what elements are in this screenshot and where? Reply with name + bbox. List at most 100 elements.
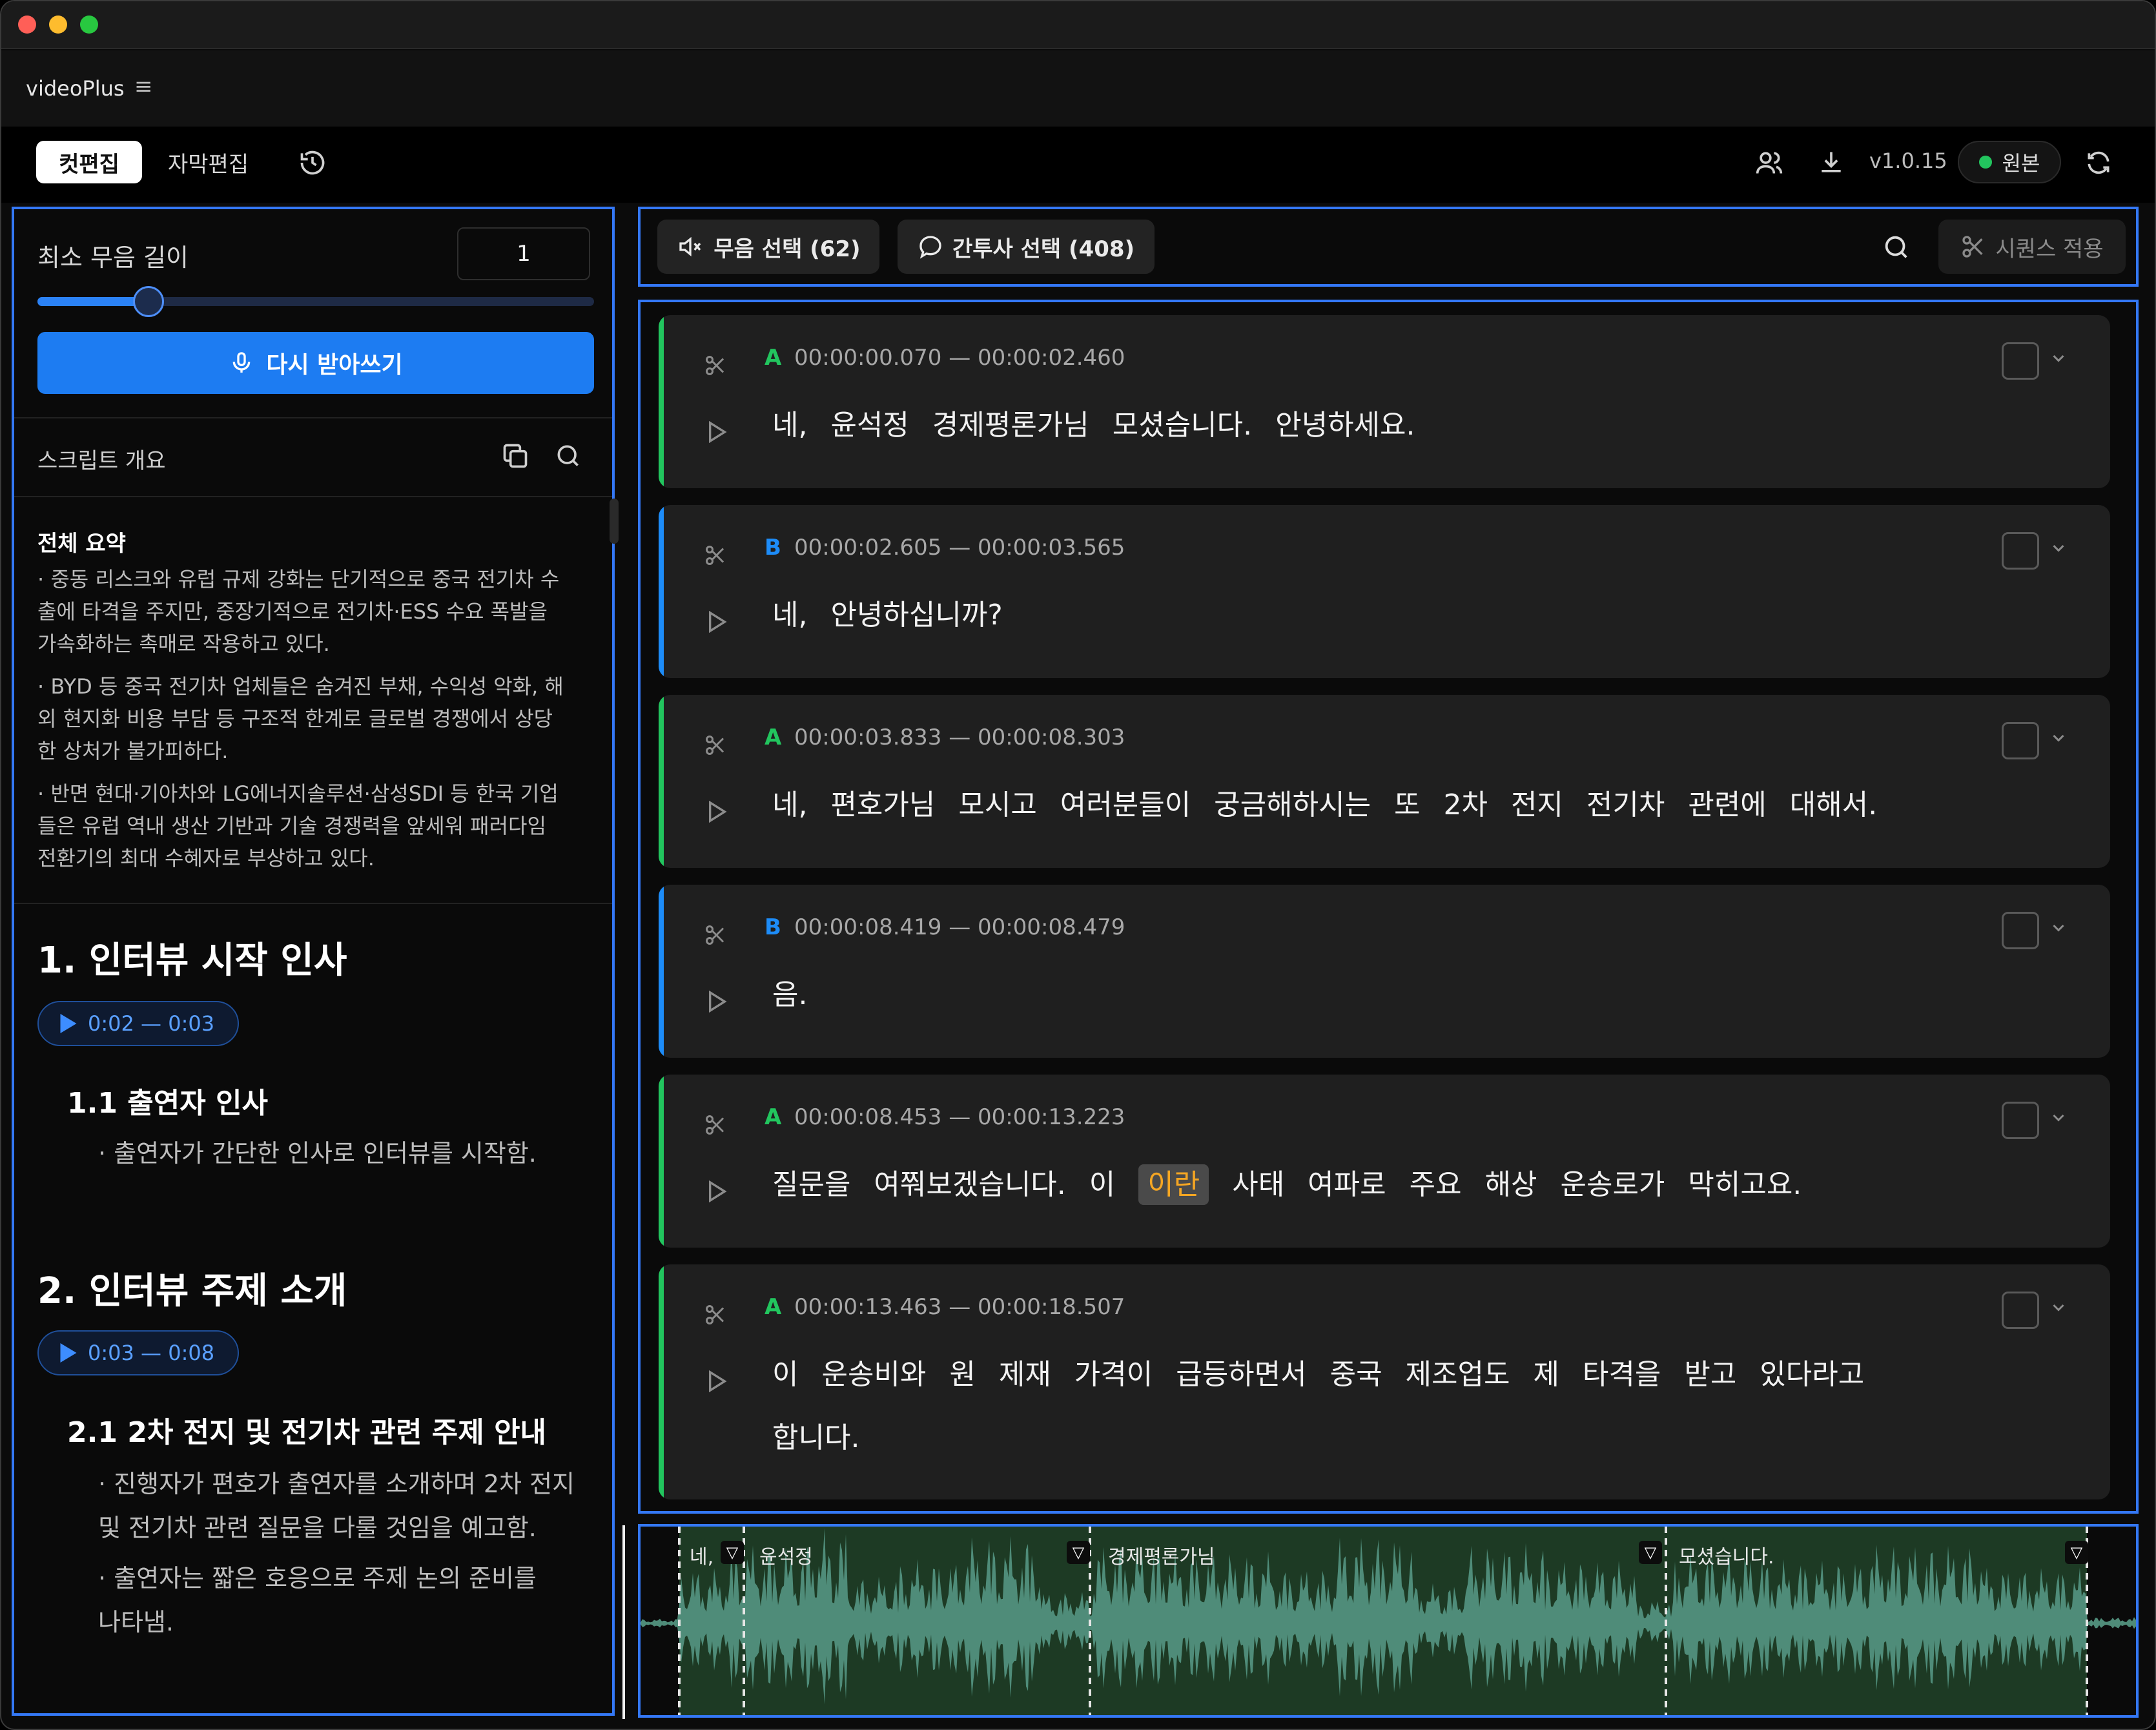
retranscribe-button[interactable]: 다시 받아쓰기 xyxy=(37,332,594,394)
segment-text[interactable]: 네, 윤석정 경제평론가님 모셨습니다. 안녕하세요. xyxy=(772,402,1415,443)
apply-sequence-button[interactable]: 시퀀스 적용 xyxy=(1938,220,2126,274)
scissors-icon[interactable] xyxy=(704,1303,727,1326)
tab-cut-edit[interactable]: 컷편집 xyxy=(36,141,142,183)
scissors-icon[interactable] xyxy=(704,1113,727,1137)
tab-subtitle-edit[interactable]: 자막편집 xyxy=(168,141,249,183)
segment-checkbox[interactable] xyxy=(2002,1102,2039,1139)
play-icon[interactable] xyxy=(708,801,727,823)
summary-line: 한 상처가 불가피하다. xyxy=(37,739,229,763)
users-icon[interactable] xyxy=(1755,149,1783,177)
play-icon[interactable] xyxy=(708,991,727,1013)
segment-list: A 00:00:00.070 — 00:00:02.460 네, 윤석정 경제평… xyxy=(638,300,2139,1514)
segment-text[interactable]: 네, 안녕하십니까? xyxy=(772,592,1003,633)
segment-checkbox[interactable] xyxy=(2002,342,2039,380)
word-marker-icon[interactable]: ▽ xyxy=(1067,1541,1090,1564)
version-label: v1.0.15 xyxy=(1869,149,1947,173)
word-marker-icon[interactable]: ▽ xyxy=(721,1541,744,1564)
script-outline-title: 스크립트 개요 xyxy=(37,448,166,474)
select-silence-button[interactable]: 무음 선택 (62) xyxy=(657,220,879,274)
play-icon[interactable] xyxy=(708,611,727,633)
summary-line: · 반면 현대·기아차와 LG에너지솔루션·삼성SDI 등 한국 기업 xyxy=(37,781,559,806)
play-icon[interactable] xyxy=(708,1180,727,1202)
app-name: videoPlus xyxy=(26,76,125,101)
subsection-bullet: · 출연자는 짧은 호응으로 주제 논의 준비를 나타냄. xyxy=(98,1556,608,1644)
word-marker-icon[interactable]: ▽ xyxy=(2065,1541,2088,1564)
scissors-icon[interactable] xyxy=(704,923,727,947)
section-time-button[interactable]: 0:03 — 0:08 xyxy=(37,1330,239,1375)
left-scrollbar[interactable] xyxy=(610,499,619,544)
segment-card[interactable]: A 00:00:00.070 — 00:00:02.460 네, 윤석정 경제평… xyxy=(659,315,2110,488)
slider-knob[interactable] xyxy=(133,286,165,317)
retranscribe-label: 다시 받아쓰기 xyxy=(266,352,403,378)
waveform-word: 모셨습니다. xyxy=(1679,1546,1774,1569)
segment-text[interactable]: 질문을 여쭤보겠습니다. 이 이란 사태 여파로 주요 해상 운송로가 막히고요… xyxy=(772,1161,1802,1205)
mode-label: 원본 xyxy=(2002,151,2040,176)
subsection-bullet: · 진행자가 편호가 출연자를 소개하며 2차 전지 및 전기차 관련 질문을 … xyxy=(98,1462,608,1550)
speaker-bar xyxy=(659,695,664,868)
playhead[interactable] xyxy=(622,1525,625,1719)
title-bar xyxy=(1,1,2155,49)
select-filler-label: 간투사 선택 (408) xyxy=(952,236,1135,262)
apply-sequence-label: 시퀀스 적용 xyxy=(1995,236,2104,262)
download-icon[interactable] xyxy=(1817,149,1845,177)
speaker-bar xyxy=(659,505,664,678)
min-silence-input[interactable]: 1 xyxy=(457,227,590,280)
segment-card[interactable]: B 00:00:08.419 — 00:00:08.479 음. xyxy=(659,885,2110,1058)
min-silence-slider[interactable] xyxy=(37,286,594,317)
section-time: 0:03 — 0:08 xyxy=(88,1341,215,1365)
segment-text[interactable]: 이 운송비와 원 제재 가격이 급등하면서 중국 제조업도 제 타격을 받고 있… xyxy=(772,1351,1864,1392)
tab-bar: 컷편집 자막편집 v1.0.15 원본 xyxy=(1,127,2155,203)
select-filler-button[interactable]: 간투사 선택 (408) xyxy=(898,220,1155,274)
segment-checkbox[interactable] xyxy=(2002,532,2039,570)
search-icon[interactable] xyxy=(1882,232,1911,262)
segment-card[interactable]: A 00:00:03.833 — 00:00:08.303 네, 편호가님 모시… xyxy=(659,695,2110,868)
refresh-icon[interactable] xyxy=(2084,149,2113,177)
segment-card[interactable]: B 00:00:02.605 — 00:00:03.565 네, 안녕하십니까? xyxy=(659,505,2110,678)
summary-line: · BYD 등 중국 전기차 업체들은 숨겨진 부채, 수익성 악화, 해 xyxy=(37,674,564,699)
editor-toolbar: 무음 선택 (62) 간투사 선택 (408) 시퀀스 적용 xyxy=(638,207,2139,287)
highlighted-word[interactable]: 이란 xyxy=(1138,1164,1209,1205)
hamburger-menu-icon[interactable]: ≡ xyxy=(134,74,153,99)
mode-badge[interactable]: 원본 xyxy=(1958,141,2061,183)
app-header: videoPlus ≡ xyxy=(1,50,2155,127)
segment-text[interactable]: 합니다. xyxy=(772,1414,859,1456)
scissors-icon[interactable] xyxy=(704,354,727,377)
segment-card[interactable]: A 00:00:08.453 — 00:00:13.223 질문을 여쭤보겠습니… xyxy=(659,1075,2110,1248)
scissors-icon[interactable] xyxy=(704,734,727,757)
segment-text[interactable]: 음. xyxy=(772,971,807,1013)
chevron-down-icon[interactable] xyxy=(2047,346,2070,369)
waveform-timeline[interactable]: 네, ▽ 윤석정 ▽ 경제평론가님 ▽ 모셨습니다. ▽ xyxy=(638,1524,2139,1718)
scissors-icon[interactable] xyxy=(704,544,727,567)
chevron-down-icon[interactable] xyxy=(2047,916,2070,939)
segment-text[interactable]: 네, 편호가님 모시고 여러분들이 궁금해하시는 또 2차 전지 전기차 관련에… xyxy=(772,781,1877,823)
zoom-window-button[interactable] xyxy=(80,15,98,34)
segment-checkbox[interactable] xyxy=(2002,1292,2039,1329)
copy-icon[interactable] xyxy=(501,442,529,470)
history-icon[interactable] xyxy=(298,149,327,177)
chevron-down-icon[interactable] xyxy=(2047,536,2070,559)
segment-time: 00:00:13.463 — 00:00:18.507 xyxy=(794,1294,1125,1320)
summary-paragraph: · 중동 리스크와 유럽 규제 강화는 단기적으로 중국 전기차 수 출에 타격… xyxy=(37,563,606,660)
waveform-word: 윤석정 xyxy=(759,1546,813,1569)
summary-line: 전환기의 최대 수혜자로 부상하고 있다. xyxy=(37,846,375,870)
segment-time: 00:00:08.419 — 00:00:08.479 xyxy=(794,914,1125,940)
word-marker-icon[interactable]: ▽ xyxy=(1639,1541,1662,1564)
minimize-window-button[interactable] xyxy=(49,15,67,34)
summary-paragraph: · BYD 등 중국 전기차 업체들은 숨겨진 부채, 수익성 악화, 해 외 … xyxy=(37,670,606,767)
segment-time: 00:00:00.070 — 00:00:02.460 xyxy=(794,345,1125,371)
play-icon[interactable] xyxy=(708,421,727,443)
bullet-line: · 진행자가 편호가 출연자를 소개하며 2차 전지 xyxy=(98,1470,575,1498)
play-icon[interactable] xyxy=(708,1370,727,1392)
segment-card[interactable]: A 00:00:13.463 — 00:00:18.507 이 운송비와 원 제… xyxy=(659,1264,2110,1499)
chevron-down-icon[interactable] xyxy=(2047,1295,2070,1319)
segment-checkbox[interactable] xyxy=(2002,722,2039,759)
chevron-down-icon[interactable] xyxy=(2047,726,2070,749)
search-icon[interactable] xyxy=(554,442,582,470)
close-window-button[interactable] xyxy=(18,15,36,34)
chevron-down-icon[interactable] xyxy=(2047,1106,2070,1129)
divider xyxy=(14,417,612,418)
summary-line: 출에 타격을 주지만, 중장기적으로 전기차·ESS 수요 폭발을 xyxy=(37,599,548,624)
section-time-button[interactable]: 0:02 — 0:03 xyxy=(37,1001,239,1046)
speaker-bar xyxy=(659,885,664,1058)
segment-checkbox[interactable] xyxy=(2002,912,2039,949)
